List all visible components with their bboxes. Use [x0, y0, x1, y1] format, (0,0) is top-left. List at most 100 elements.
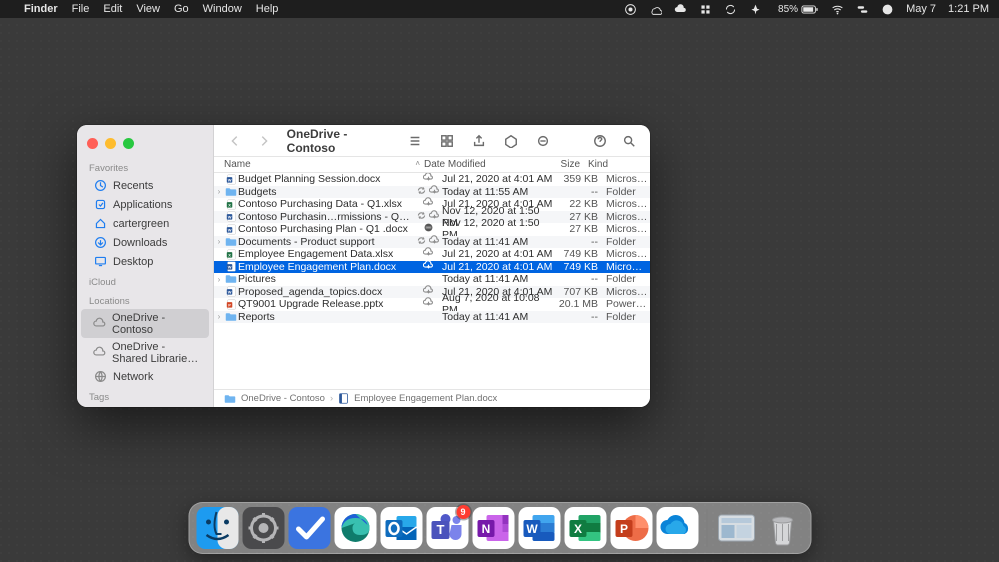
file-name: Employee Engagement Plan.docx [238, 261, 414, 273]
file-row[interactable]: WBudget Planning Session.docxJul 21, 202… [214, 173, 650, 186]
cloud-status-icon[interactable] [674, 3, 687, 16]
menu-go[interactable]: Go [174, 3, 189, 15]
battery-icon[interactable]: 85% [774, 3, 819, 16]
svg-text:W: W [227, 290, 231, 295]
file-date-modified: Jul 21, 2020 at 4:01 AM [442, 261, 554, 273]
col-header-name[interactable]: Name˄ [224, 159, 424, 170]
file-row[interactable]: WContoso Purchasing Plan - Q1 .docxNov 1… [214, 223, 650, 236]
dock-outlook[interactable] [380, 507, 422, 549]
dock-excel[interactable]: X [564, 507, 606, 549]
dock-word[interactable]: W [518, 507, 560, 549]
dock-edge[interactable] [334, 507, 376, 549]
zoom-button[interactable] [123, 138, 134, 149]
file-list: WBudget Planning Session.docxJul 21, 202… [214, 173, 650, 389]
disclosure-chevron[interactable]: › [214, 312, 224, 321]
path-segment-file[interactable]: Employee Engagement Plan.docx [354, 393, 497, 404]
col-header-modified[interactable]: Date Modified [424, 159, 536, 170]
disclosure-chevron[interactable]: › [214, 237, 224, 246]
col-header-kind[interactable]: Kind [588, 159, 632, 170]
share-button[interactable] [468, 131, 490, 151]
sidebar-item-applications[interactable]: Applications [81, 195, 209, 214]
control-center-icon[interactable] [856, 3, 869, 16]
file-row[interactable]: ›BudgetsToday at 11:55 AM--Folder [214, 186, 650, 199]
menubar-app[interactable]: Finder [24, 3, 58, 15]
siri-icon[interactable] [881, 3, 894, 16]
sidebar-item-downloads[interactable]: Downloads [81, 233, 209, 252]
disclosure-chevron[interactable]: › [214, 187, 224, 196]
sidebar-item-recents[interactable]: Recents [81, 176, 209, 195]
dock-separator [706, 509, 707, 547]
sync-icon[interactable] [724, 3, 737, 16]
app-status-icon[interactable] [699, 3, 712, 16]
column-headers[interactable]: Name˄ Date Modified Size Kind [214, 157, 650, 173]
group-button[interactable] [436, 131, 458, 151]
sidebar-section-icloud: iCloud [77, 271, 213, 290]
file-date-modified: Jul 21, 2020 at 4:01 AM [442, 248, 554, 260]
dock-settings[interactable] [242, 507, 284, 549]
file-row[interactable]: ›ReportsToday at 11:41 AM--Folder [214, 311, 650, 324]
svg-text:W: W [526, 522, 538, 536]
dock-powerpoint[interactable]: P [610, 507, 652, 549]
dock-onedrive[interactable] [656, 507, 698, 549]
action-button[interactable] [532, 131, 554, 151]
file-name: Contoso Purchasing Data - Q1.xlsx [238, 198, 414, 210]
finder-window: FavoritesRecentsApplicationscartergreenD… [77, 125, 650, 407]
minimize-button[interactable] [105, 138, 116, 149]
file-row[interactable]: WEmployee Engagement Plan.docxJul 21, 20… [214, 261, 650, 274]
globe-icon [93, 370, 107, 384]
help-button[interactable] [589, 131, 610, 151]
path-segment-root[interactable]: OneDrive - Contoso [241, 393, 325, 404]
menu-window[interactable]: Window [203, 3, 242, 15]
sidebar-item-cartergreen[interactable]: cartergreen [81, 214, 209, 233]
file-name: QT9001 Upgrade Release.pptx [238, 298, 414, 310]
svg-text:X: X [228, 202, 231, 207]
search-button[interactable] [619, 131, 640, 151]
file-row[interactable]: XEmployee Engagement Data.xlsxJul 21, 20… [214, 248, 650, 261]
close-button[interactable] [87, 138, 98, 149]
file-size: -- [554, 186, 606, 198]
file-date-modified: Today at 11:41 AM [442, 236, 554, 248]
screenrec-icon[interactable] [624, 3, 637, 16]
file-row[interactable]: WProposed_agenda_topics.docxJul 21, 2020… [214, 286, 650, 299]
clock-icon [93, 179, 107, 193]
file-date-modified: Today at 11:55 AM [442, 186, 554, 198]
dock-downloads[interactable] [715, 507, 757, 549]
word-icon: W [224, 211, 238, 222]
file-size: -- [554, 311, 606, 323]
file-kind: Micros…(. [606, 286, 650, 298]
file-kind: Micros…k [606, 248, 650, 260]
back-button[interactable] [224, 131, 245, 151]
sidebar-item-network[interactable]: Network [81, 367, 209, 386]
sidebar-item-label: Applications [113, 199, 172, 211]
view-mode-button[interactable] [404, 131, 426, 151]
dock-trash[interactable] [761, 507, 803, 549]
menu-file[interactable]: File [72, 3, 90, 15]
dock-todo[interactable] [288, 507, 330, 549]
file-row[interactable]: PQT9001 Upgrade Release.pptxAug 7, 2020 … [214, 298, 650, 311]
menu-edit[interactable]: Edit [103, 3, 122, 15]
file-kind: Micros…(. [606, 223, 650, 235]
menu-help[interactable]: Help [256, 3, 279, 15]
disclosure-chevron[interactable]: › [214, 275, 224, 284]
file-row[interactable]: ›Documents - Product supportToday at 11:… [214, 236, 650, 249]
dock-onenote[interactable]: N [472, 507, 514, 549]
wifi-icon[interactable] [831, 3, 844, 16]
menubar-date[interactable]: May 7 [906, 3, 936, 15]
sidebar-item-desktop[interactable]: Desktop [81, 252, 209, 271]
col-header-size[interactable]: Size [536, 159, 588, 170]
sidebar-item-onedrive-contoso[interactable]: OneDrive - Contoso [81, 309, 209, 338]
menubar-time[interactable]: 1:21 PM [948, 3, 989, 15]
menu-view[interactable]: View [136, 3, 160, 15]
file-row[interactable]: XContoso Purchasing Data - Q1.xlsxJul 21… [214, 198, 650, 211]
forward-button[interactable] [253, 131, 274, 151]
sidebar-item-onedrive-shared-librarie-[interactable]: OneDrive - Shared Librarie… [81, 338, 209, 367]
file-row[interactable]: ›PicturesToday at 11:41 AM--Folder [214, 273, 650, 286]
dock-teams[interactable]: T9 [426, 507, 468, 549]
dock-finder[interactable] [196, 507, 238, 549]
word-icon: W [224, 286, 238, 297]
tag-button[interactable] [500, 131, 522, 151]
onedrive-status-icon[interactable] [649, 3, 662, 16]
pin-icon[interactable] [749, 3, 762, 16]
path-bar: OneDrive - Contoso › Employee Engagement… [214, 389, 650, 407]
file-row[interactable]: WContoso Purchasin…rmissions - Q1.docxNo… [214, 211, 650, 224]
